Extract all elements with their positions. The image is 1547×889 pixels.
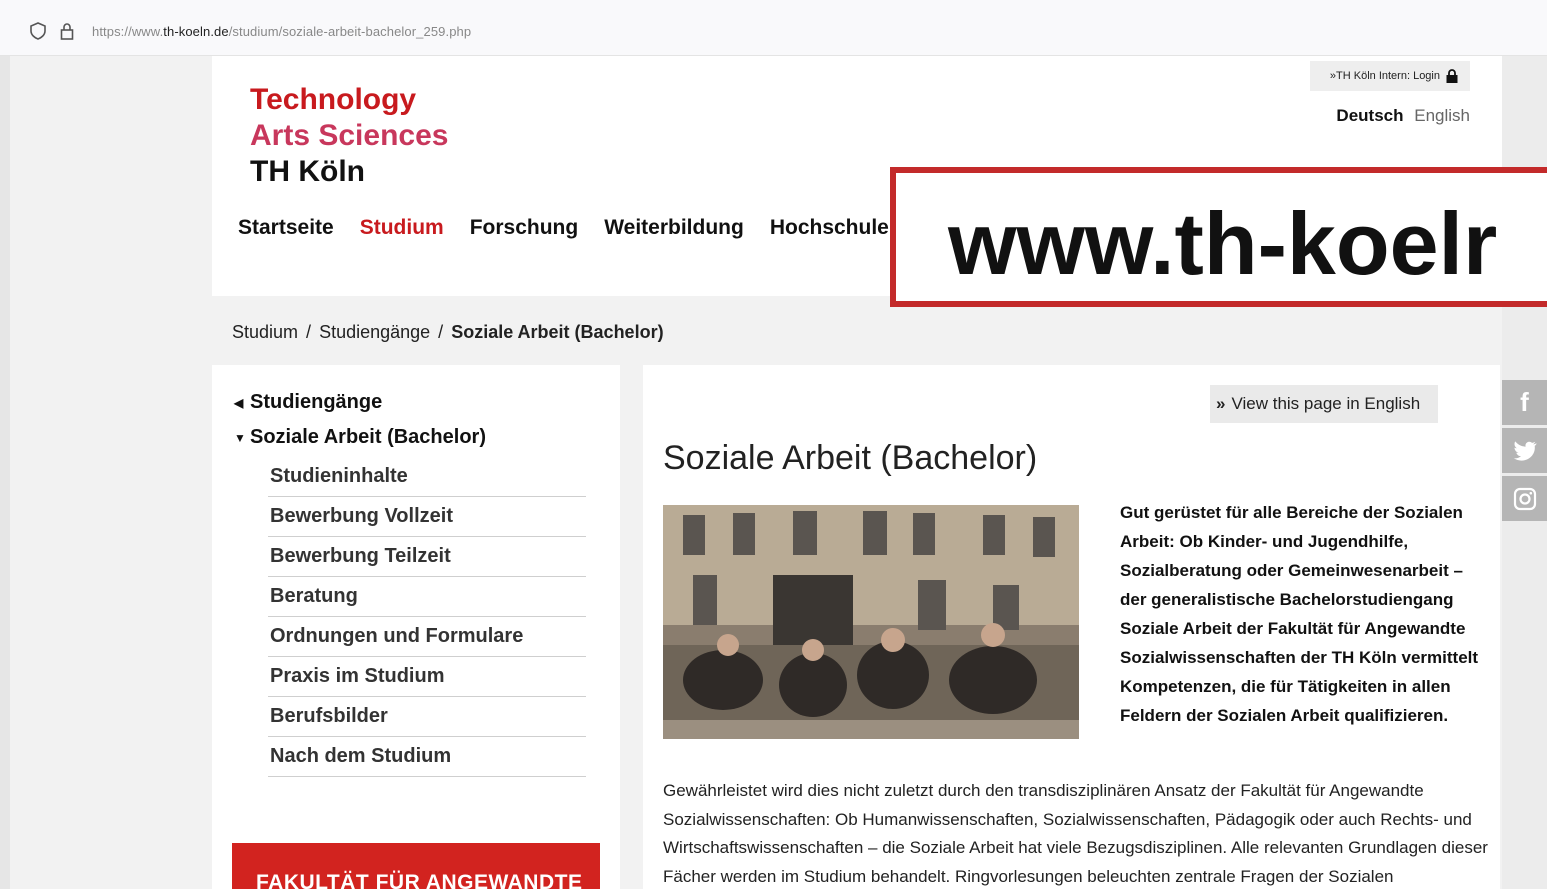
- sidenav-item-bewerbung-vollzeit[interactable]: Bewerbung Vollzeit: [268, 497, 586, 537]
- th-koeln-logo[interactable]: Technology Arts Sciences TH Köln: [250, 82, 448, 190]
- facebook-icon[interactable]: f: [1502, 380, 1547, 425]
- sidenav-item-nach-dem-studium[interactable]: Nach dem Studium: [268, 737, 586, 777]
- breadcrumb-current: Soziale Arbeit (Bachelor): [451, 322, 664, 342]
- twitter-icon[interactable]: [1502, 428, 1547, 473]
- caret-down-icon: ▼: [234, 430, 246, 445]
- nav-hochschule[interactable]: Hochschule: [770, 216, 889, 240]
- double-chevron-right-icon: »: [1216, 394, 1226, 413]
- sidenav-current-item[interactable]: ▼ Soziale Arbeit (Bachelor): [234, 426, 486, 449]
- url-callout-overlay: www.th-koelr: [890, 167, 1547, 307]
- shield-icon[interactable]: [30, 22, 46, 40]
- breadcrumb: Studium / Studiengänge / Soziale Arbeit (Bac…: [232, 322, 664, 342]
- url-text[interactable]: https://www.th-koeln.de/studium/soziale-…: [92, 24, 471, 39]
- sidenav-item-ordnungen[interactable]: Ordnungen und Formulare: [268, 617, 586, 657]
- sidenav-item-bewerbung-teilzeit[interactable]: Bewerbung Teilzeit: [268, 537, 586, 577]
- students-photo: [663, 505, 1079, 739]
- lang-english[interactable]: English: [1414, 106, 1470, 125]
- language-switch: Deutsch English: [1336, 106, 1470, 126]
- padlock-icon: [1446, 69, 1458, 83]
- breadcrumb-studiengaenge[interactable]: Studiengänge: [319, 322, 430, 342]
- intern-login-link[interactable]: »TH Köln Intern: Login: [1309, 61, 1470, 91]
- nav-weiterbildung[interactable]: Weiterbildung: [604, 216, 744, 240]
- lock-icon[interactable]: [60, 22, 74, 40]
- sidenav-item-beratung[interactable]: Beratung: [268, 577, 586, 617]
- sidenav-item-praxis[interactable]: Praxis im Studium: [268, 657, 586, 697]
- nav-studium[interactable]: Studium: [360, 216, 444, 240]
- main-navigation: Startseite Studium Forschung Weiterbildu…: [238, 216, 889, 240]
- social-links: f: [1502, 380, 1547, 524]
- body-text: Gewährleistet wird dies nicht zuletzt du…: [663, 781, 1488, 886]
- lang-deutsch[interactable]: Deutsch: [1336, 106, 1403, 125]
- faculty-banner[interactable]: FAKULTÄT FÜR ANGEWANDTE: [232, 843, 600, 889]
- view-in-english-button[interactable]: » View this page in English: [1210, 385, 1438, 423]
- main-content: » View this page in English Soziale Arbei…: [643, 365, 1500, 889]
- sidenav-item-berufsbilder[interactable]: Berufsbilder: [268, 697, 586, 737]
- sidenav-item-studieninhalte[interactable]: Studieninhalte: [268, 457, 586, 497]
- intro-text: Gut gerüstet für alle Bereiche der Sozia…: [1120, 503, 1479, 725]
- sidenav-parent-link[interactable]: ◀ Studiengänge: [234, 391, 382, 414]
- instagram-icon[interactable]: [1502, 476, 1547, 521]
- nav-startseite[interactable]: Startseite: [238, 216, 334, 240]
- side-navigation: ◀ Studiengänge ▼ Soziale Arbeit (Bachelor)…: [212, 365, 620, 889]
- sidenav-list: Studieninhalte Bewerbung Vollzeit Bewerb…: [268, 457, 586, 777]
- browser-address-bar: https://www.th-koeln.de/studium/soziale-…: [0, 0, 1547, 56]
- page-title: Soziale Arbeit (Bachelor): [663, 439, 1038, 477]
- left-margin: [0, 56, 10, 889]
- caret-left-icon: ◀: [234, 395, 244, 410]
- nav-forschung[interactable]: Forschung: [470, 216, 579, 240]
- breadcrumb-studium[interactable]: Studium: [232, 322, 298, 342]
